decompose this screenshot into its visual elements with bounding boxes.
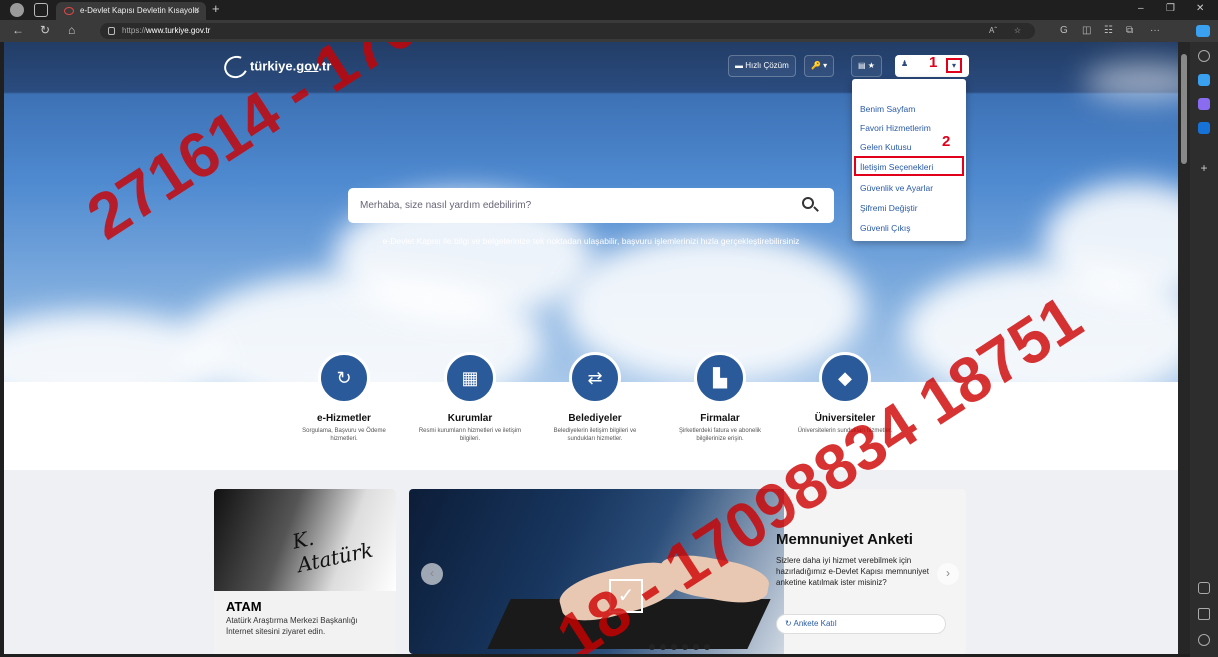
profile-icon[interactable] [10,3,24,17]
tab-close-icon[interactable]: × [194,2,200,20]
logo-mark-icon [220,52,252,82]
key-menu-button[interactable]: 🔑 ▾ [804,55,835,77]
sidebar-layout-icon[interactable] [1198,582,1210,594]
split-screen-icon[interactable]: ◫ [1082,25,1091,36]
menu-item-guvenlik-ayarlar[interactable]: Güvenlik ve Ayarlar [860,183,933,193]
favorite-star-icon[interactable]: ☆ [1014,23,1021,39]
favorites-header-button[interactable]: ▤ ★ [851,55,882,77]
building-icon: ▦ [444,352,496,404]
menu-item-favori-hizmetlerim[interactable]: Favori Hizmetlerim [860,123,931,133]
chat-icon: ▬ [735,61,746,70]
copilot-icon[interactable]: G [1060,25,1068,36]
category-e-hizmetler[interactable]: ↻ e-Hizmetler Sorgulama, Başvuru ve Ödem… [274,352,414,443]
category-desc: Üniversitelerin sundukları hizmetler. [797,428,893,434]
category-desc: Şirketlerdeki fatura ve abonelik bilgile… [678,428,762,442]
search-box [348,188,834,223]
read-aloud-icon[interactable]: Aˆ [989,23,997,39]
favorites-icon[interactable]: ☷ [1104,25,1113,36]
browser-tab-bar: e-Devlet Kapısı Devletin Kısayolu × + – … [0,0,1218,20]
search-input[interactable] [360,196,780,214]
tab-title: e-Devlet Kapısı Devletin Kısayolu [80,6,199,15]
menu-item-benim-sayfam[interactable]: Benim Sayfam [860,104,915,114]
close-window-button[interactable]: ✕ [1196,3,1204,14]
more-icon[interactable]: ··· [1150,25,1160,36]
atam-card[interactable]: K. Atatürk ATAM Atatürk Araştırma Merkez… [214,489,396,654]
refresh-icon[interactable]: ↻ [40,23,50,37]
laptop-survey-image: ✓ [409,489,784,654]
factory-icon: ▙ [694,352,746,404]
category-kurumlar[interactable]: ▦ Kurumlar Resmi kurumların hizmetleri v… [400,352,540,443]
external-link-icon[interactable] [1198,608,1210,620]
card-star-icon: ▤ ★ [858,61,875,70]
add-app-icon[interactable]: + [1198,162,1210,174]
copilot-app-icon[interactable] [1198,98,1210,110]
category-title: Firmalar [700,413,740,424]
edge-sidebar: + [1190,42,1218,657]
quick-solution-button[interactable]: ▬ Hızlı Çözüm [728,55,796,77]
minimize-button[interactable]: – [1138,3,1144,14]
menu-item-iletisim-secenekleri[interactable]: İletişim Seçenekleri [860,162,933,172]
url-host: www.turkiye.gov.tr [146,26,211,35]
quick-solution-label: Hızlı Çözüm [745,61,789,70]
url-prefix: https:// [122,26,147,35]
hero-tagline: e-Devlet Kapısı ile bilgi ve belgelerini… [382,236,800,246]
slider-title: Memnuniyet Anketi [776,531,913,548]
search-sidebar-icon[interactable] [1198,50,1210,62]
category-desc: Resmi kurumların hizmetleri ve iletişim … [418,428,522,442]
refresh-services-icon: ↻ [318,352,370,404]
annotation-label-2: 2 [942,133,951,150]
lock-icon [108,27,115,35]
edevlet-favicon [64,7,74,15]
logo-text-main: türkiye. [250,58,297,74]
category-desc: Belediyelerin iletişim bilgileri ve sund… [553,428,637,442]
home-icon[interactable]: ⌂ [68,23,75,37]
turkiye-gov-logo[interactable]: türkiye.gov.tr [220,52,332,82]
user-dropdown-menu: Benim Sayfam Favori Hizmetlerim Gelen Ku… [852,79,966,241]
category-universiteler[interactable]: ◆ Üniversiteler Üniversitelerin sundukla… [775,352,915,435]
site-header: türkiye.gov.tr ▬ Hızlı Çözüm 🔑 ▾ ▤ ★ ♟ ▾… [4,42,1178,94]
address-bar[interactable]: https://www.turkiye.gov.tr Aˆ ☆ [100,23,1035,39]
logo-text-gov: gov [296,58,319,74]
annotation-label-1: 1 [929,54,938,71]
slider-text: Sizlere daha iyi hizmet verebilmek için … [776,556,929,587]
copilot-sidebar-icon[interactable] [1196,25,1210,37]
survey-join-button[interactable]: ↻ Anketе Katıl [776,614,946,634]
tab-actions-icon[interactable] [34,3,48,17]
category-title: Belediyeler [568,413,622,424]
collections-icon[interactable]: ⧉ [1126,25,1133,36]
menu-item-guvenli-cikis[interactable]: Güvenli Çıkış [860,223,911,233]
logo-text-tr: .tr [318,58,332,74]
restore-button[interactable]: ❐ [1166,3,1175,14]
browser-toolbar: ← ↻ ⌂ https://www.turkiye.gov.tr Aˆ ☆ G … [0,20,1218,42]
key-icon: 🔑 ▾ [811,61,828,70]
category-title: e-Hizmetler [317,413,371,424]
user-menu-caret-icon[interactable]: ▾ [946,58,962,73]
graduation-cap-icon: ◆ [819,352,871,404]
new-tab-button[interactable]: + [212,1,220,16]
category-desc: Sorgulama, Başvuru ve Ödeme hizmetleri. [302,428,386,442]
slider-prev-button[interactable]: ‹ [421,563,443,585]
browser-tab[interactable]: e-Devlet Kapısı Devletin Kısayolu × [56,2,206,20]
signpost-icon: ⇄ [569,352,621,404]
shopping-icon[interactable] [1198,74,1210,86]
menu-item-gelen-kutusu[interactable]: Gelen Kutusu [860,142,912,152]
search-icon[interactable] [802,197,814,209]
category-title: Üniversiteler [814,413,876,424]
announcement-slider: ✓ ‹ › Memnuniyet Anketi Sizlere daha iyi… [409,489,966,654]
slider-dots[interactable] [649,637,715,654]
back-icon[interactable]: ← [12,23,24,37]
category-belediyeler[interactable]: ⇄ Belediyeler Belediyelerin iletişim bil… [525,352,665,443]
web-page: türkiye.gov.tr ▬ Hızlı Çözüm 🔑 ▾ ▤ ★ ♟ ▾… [4,42,1178,654]
outlook-icon[interactable] [1198,122,1210,134]
category-title: Kurumlar [447,413,493,424]
page-scrollbar[interactable] [1178,42,1190,654]
user-icon: ♟ [901,59,909,68]
category-firmalar[interactable]: ▙ Firmalar Şirketlerdeki fatura ve abone… [650,352,790,443]
survey-join-label: Anketе Katıl [793,619,837,628]
atam-desc: Atatürk Araştırma Merkezi Başkanlığı İnt… [226,616,358,636]
settings-gear-icon[interactable] [1198,634,1210,646]
menu-item-sifremi-degistir[interactable]: Şifremi Değiştir [860,203,918,213]
